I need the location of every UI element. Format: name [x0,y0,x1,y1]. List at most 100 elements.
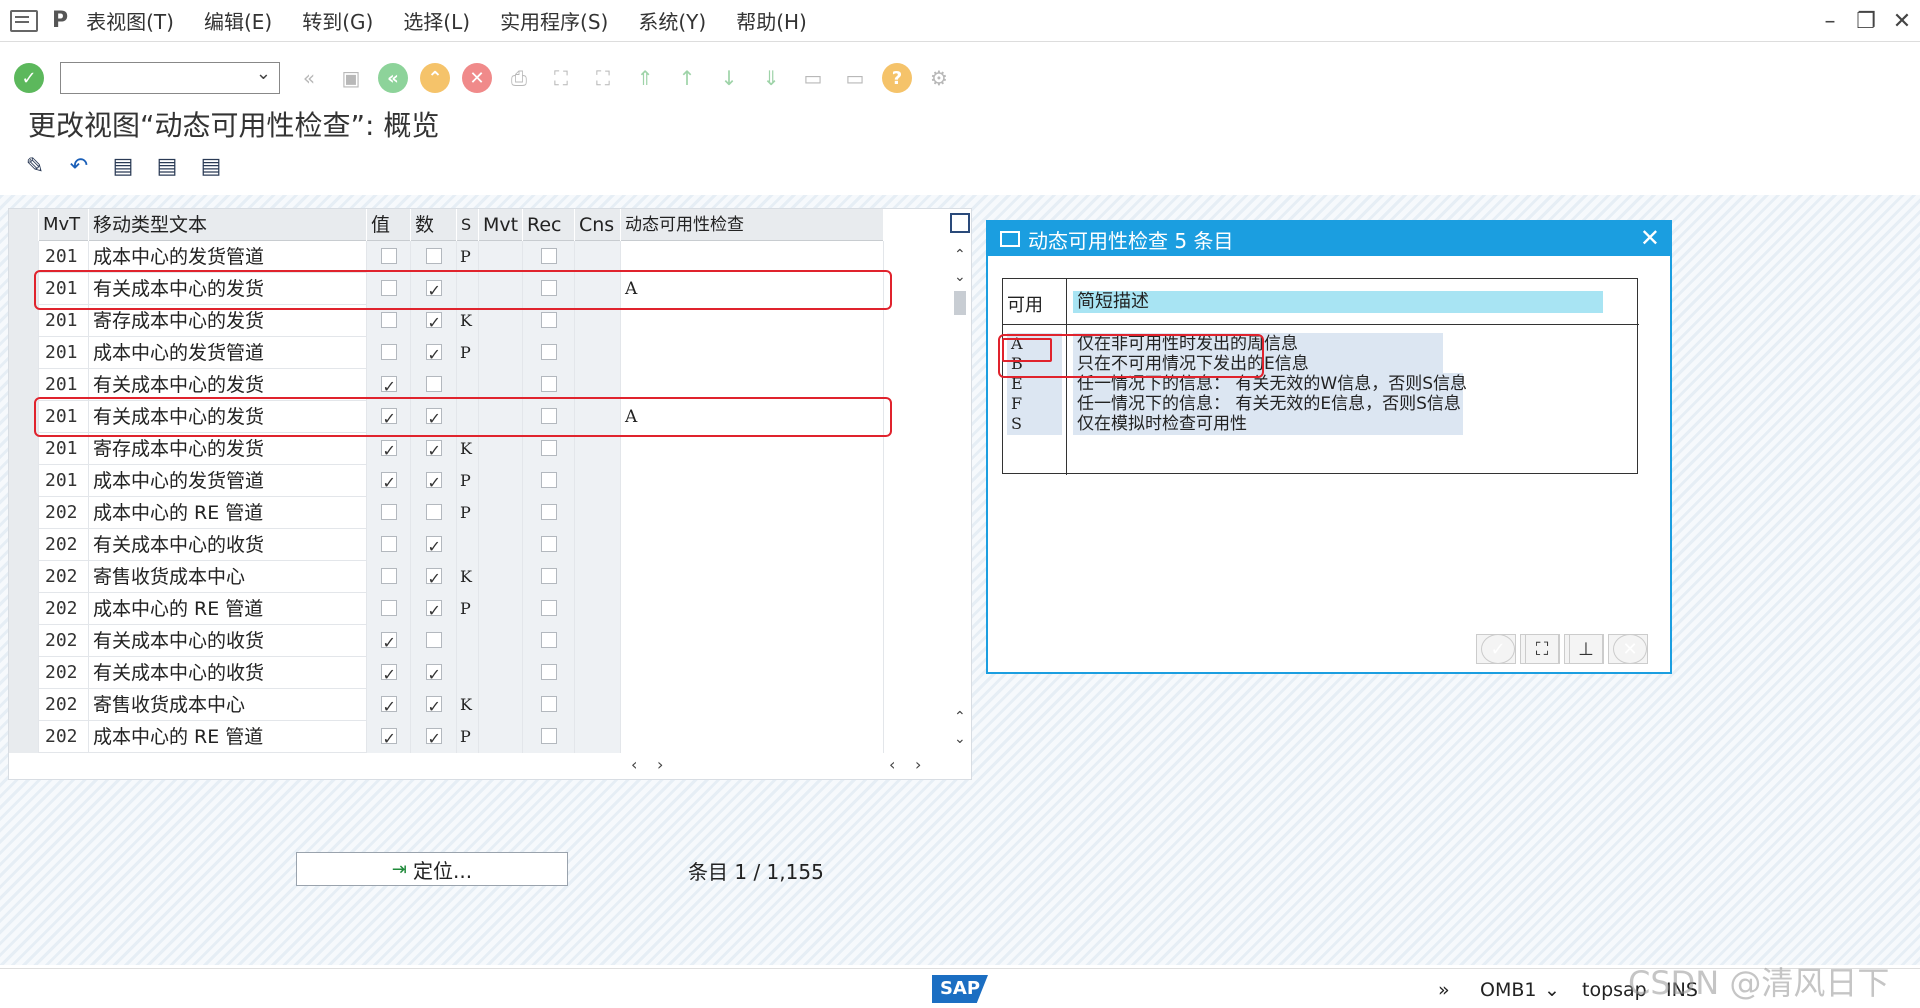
num-checkbox[interactable] [425,467,442,497]
cell-text[interactable]: 寄售收货成本中心 [89,689,367,721]
find-next-icon[interactable]: ⛶ [588,63,618,93]
cell-cns[interactable] [575,497,621,529]
cell-mvt[interactable]: 201 [39,337,89,369]
menu-goto[interactable]: 转到(G) [302,6,373,35]
row-selector[interactable] [9,465,39,497]
num-checkbox[interactable] [425,723,442,753]
val-checkbox[interactable] [380,691,397,721]
header-rec[interactable]: Rec [523,209,575,241]
menu-icon[interactable] [10,9,38,32]
row-selector[interactable] [9,625,39,657]
pin-button[interactable]: ⊥ [1564,634,1604,664]
find-icon[interactable]: ⛶ [546,63,576,93]
cell-s[interactable]: P [457,497,479,529]
cell-mvt[interactable]: 201 [39,241,89,273]
vertical-scrollbar[interactable]: ⌃ ⌄ ⌃ ⌄ [949,209,971,781]
print-icon[interactable]: ⎙ [504,63,534,93]
cell-dyn-check[interactable] [621,689,884,721]
select-all-icon[interactable]: ▤ [108,152,138,180]
table-row[interactable]: 202成本中心的 RE 管道 P [9,497,884,529]
scroll-left-end-icon[interactable]: ‹ [889,755,895,774]
cell-text[interactable]: 成本中心的发货管道 [89,241,367,273]
scroll-right-icon[interactable]: › [657,755,663,774]
rec-checkbox[interactable] [540,600,557,616]
row-selector[interactable] [9,433,39,465]
rec-checkbox[interactable] [540,632,557,648]
cell-mvt[interactable]: 202 [39,561,89,593]
table-row[interactable]: 201成本中心的发货管道 P [9,337,884,369]
table-settings-icon[interactable] [950,213,970,233]
cell-s[interactable]: P [457,465,479,497]
prev-page-icon[interactable]: ↑ [672,63,702,93]
cell-mvt2[interactable] [479,721,523,753]
cell-dyn-check[interactable] [621,657,884,689]
settings-gear-icon[interactable]: ⚙ [924,63,954,93]
cell-cns[interactable] [575,593,621,625]
cell-dyn-check[interactable] [621,561,884,593]
cell-dyn-check[interactable] [621,529,884,561]
menu-table-view[interactable]: 表视图(T) [86,6,174,35]
header-val[interactable]: 值 [367,209,411,241]
cell-mvt2[interactable] [479,497,523,529]
num-checkbox[interactable] [425,531,442,561]
confirm-button[interactable]: ✓ [1476,634,1516,664]
val-checkbox[interactable] [380,536,397,552]
cell-s[interactable]: K [457,561,479,593]
value-key[interactable]: S [1007,413,1062,435]
table-row[interactable]: 201成本中心的发货管道 P [9,465,884,497]
cell-mvt2[interactable] [479,465,523,497]
cell-s[interactable]: P [457,721,479,753]
num-checkbox[interactable] [425,504,442,520]
num-checkbox[interactable] [425,307,442,337]
cell-s[interactable] [457,657,479,689]
enter-icon[interactable]: ✓ [14,63,44,93]
cell-mvt[interactable]: 201 [39,465,89,497]
cell-mvt2[interactable] [479,529,523,561]
cell-dyn-check[interactable] [621,337,884,369]
restore-icon[interactable]: ❐ [1848,9,1884,34]
num-checkbox[interactable] [425,248,442,264]
menu-select[interactable]: 选择(L) [403,6,470,35]
cell-mvt2[interactable] [479,657,523,689]
select-block-icon[interactable]: ▤ [152,152,182,180]
header-mvt[interactable]: MvT [39,209,89,241]
cell-text[interactable]: 有关成本中心的收货 [89,657,367,689]
table-row[interactable]: 202成本中心的 RE 管道 P [9,721,884,753]
rec-checkbox[interactable] [540,344,557,360]
val-checkbox[interactable] [380,659,397,689]
cell-cns[interactable] [575,657,621,689]
cell-mvt[interactable]: 202 [39,497,89,529]
exit-icon[interactable]: ⌃ [420,63,450,93]
cell-cns[interactable] [575,529,621,561]
num-checkbox[interactable] [425,339,442,369]
rec-checkbox[interactable] [540,312,557,328]
menu-edit[interactable]: 编辑(E) [204,6,272,35]
num-checkbox[interactable] [425,376,442,392]
rec-checkbox[interactable] [540,568,557,584]
minimize-icon[interactable]: – [1812,9,1848,34]
table-row[interactable]: 202 有关成本中心的收货 [9,625,884,657]
cell-text[interactable]: 成本中心的 RE 管道 [89,593,367,625]
scroll-up-bottom-icon[interactable]: ⌃ [954,709,966,725]
display-change-icon[interactable]: ✎ [20,152,50,180]
cell-cns[interactable] [575,241,621,273]
cell-dyn-check[interactable] [621,241,884,273]
row-selector[interactable] [9,305,39,337]
value-key[interactable]: F [1007,393,1062,415]
table-row[interactable]: 201寄存成本中心的发货 K [9,433,884,465]
rec-checkbox[interactable] [540,248,557,264]
cell-mvt2[interactable] [479,625,523,657]
header-s[interactable]: S [457,209,479,241]
cell-mvt[interactable]: 202 [39,593,89,625]
val-checkbox[interactable] [380,723,397,753]
dialog-close-icon[interactable]: ✕ [1640,224,1660,252]
cell-cns[interactable] [575,337,621,369]
rec-checkbox[interactable] [540,728,557,744]
cell-cns[interactable] [575,689,621,721]
header-text[interactable]: 移动类型文本 [89,209,367,241]
horizontal-scrollbar[interactable]: ‹ › ‹ › [619,755,949,777]
status-dropdown-icon[interactable]: ⌄ [1544,979,1560,1001]
cell-mvt2[interactable] [479,241,523,273]
table-row[interactable]: 202 有关成本中心的收货 [9,529,884,561]
cell-cns[interactable] [575,625,621,657]
